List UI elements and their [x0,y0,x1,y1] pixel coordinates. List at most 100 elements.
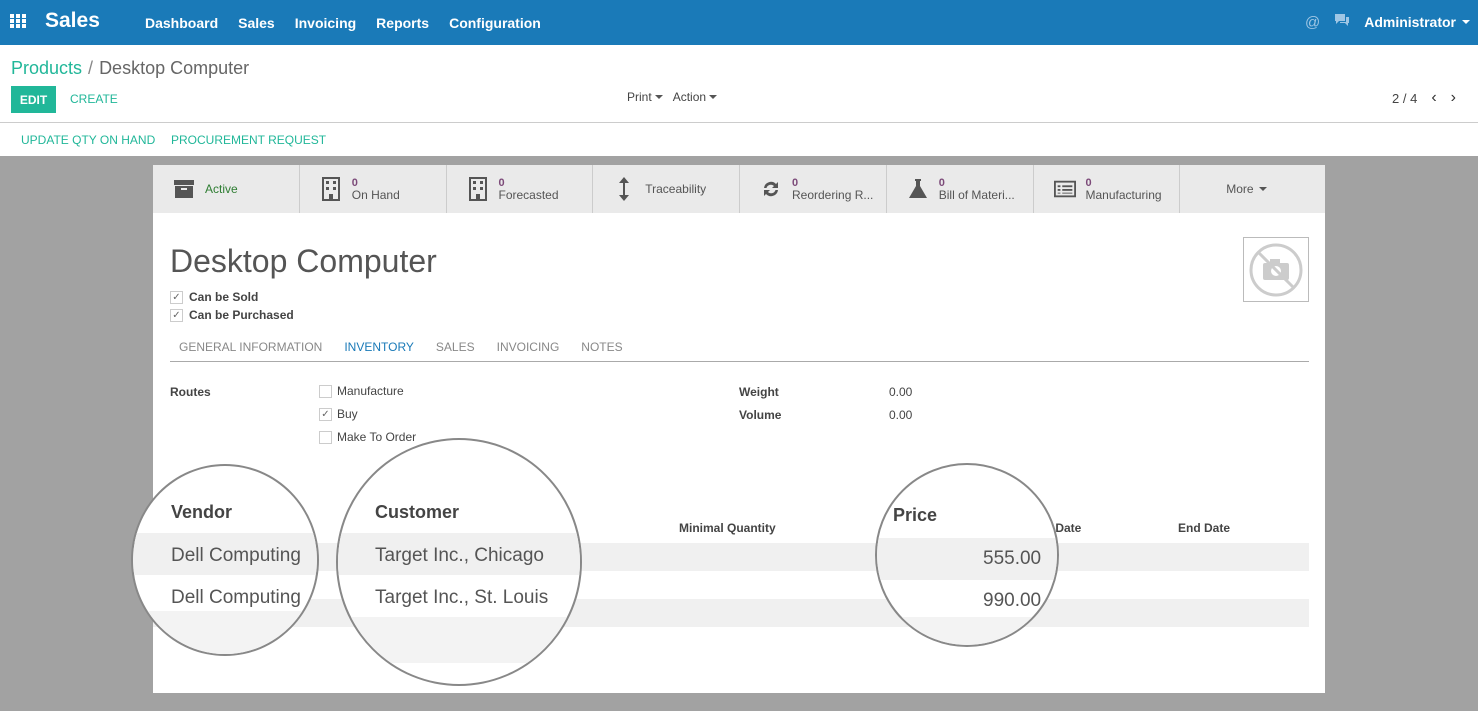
top-navbar: Sales Dashboard Sales Invoicing Reports … [0,0,1478,45]
route-manufacture[interactable]: Manufacture [319,384,404,398]
active-toggle-button[interactable]: Active [153,165,300,213]
table-row[interactable] [153,599,1309,627]
bom-count: 0 [938,176,945,189]
menu-configuration[interactable]: Configuration [449,15,541,31]
col-header-vendor[interactable]: Vendor [171,502,232,523]
breadcrumb-current: Desktop Computer [99,58,250,78]
weight-label: Weight [739,385,779,399]
menu-reports[interactable]: Reports [376,15,429,31]
weight-value[interactable]: 0.00 [889,385,912,399]
volume-value[interactable]: 0.00 [889,408,912,422]
tab-inventory[interactable]: INVENTORY [344,340,414,361]
form-sheet: Active 0 On Hand 0 Forecasted Traceability… [131,165,1325,693]
vertical-arrows-icon [613,177,635,201]
menu-sales[interactable]: Sales [238,15,275,31]
update-qty-button[interactable]: UPDATE QTY ON HAND [21,133,155,147]
reordering-rules-button[interactable]: 0 Reordering R... [740,165,887,213]
more-button[interactable]: More [1180,165,1325,213]
bill-of-materials-button[interactable]: 0 Bill of Materi... [887,165,1034,213]
forecasted-count: 0 [498,176,505,189]
vendor-cell[interactable]: Dell Computing [171,587,301,609]
flask-icon [907,177,929,201]
active-label: Active [205,182,238,196]
routes-label: Routes [170,385,211,399]
user-name: Administrator [1364,14,1456,30]
building-icon [467,177,489,201]
print-action-dropdowns: Print Action [627,90,718,104]
menu-dashboard[interactable]: Dashboard [145,15,218,31]
col-header-min-qty[interactable]: Minimal Quantity [679,521,776,535]
volume-label: Volume [739,408,782,422]
notebook-tabs: GENERAL INFORMATION INVENTORY SALES INVO… [170,340,1309,362]
route-manufacture-label: Manufacture [337,384,404,398]
pager-value: 2 / 4 [1392,90,1418,106]
tab-general-information[interactable]: GENERAL INFORMATION [179,340,322,361]
create-button[interactable]: CREATE [70,92,118,106]
traceability-label: Traceability [645,182,707,196]
col-header-end-date[interactable]: End Date [1178,521,1230,535]
forecasted-label: Forecasted [498,188,559,202]
checkbox-checked-icon[interactable]: ✓ [170,308,183,322]
caret-down-icon [709,95,718,99]
col-header-customer[interactable]: Customer [375,502,459,523]
pager: 2 / 4 ‹ › [1392,89,1456,107]
magnifier-price: Price 555.00 990.00 [875,463,1059,647]
caret-down-icon [1258,187,1267,191]
lens-row-band [133,611,317,654]
refresh-icon [760,177,782,201]
reordering-count: 0 [792,176,799,189]
chat-icon[interactable] [1334,13,1350,31]
breadcrumb: Products / Desktop Computer [11,58,249,79]
product-image-placeholder[interactable] [1243,237,1309,302]
breadcrumb-products-link[interactable]: Products [11,58,82,78]
print-dropdown[interactable]: Print [627,90,663,104]
apps-grid-icon[interactable] [10,14,27,29]
procurement-request-button[interactable]: PROCUREMENT REQUEST [171,133,326,147]
vendor-cell[interactable]: Dell Computing [171,545,301,567]
checkbox-unchecked-icon[interactable] [319,384,332,398]
price-cell[interactable]: 555.00 [983,548,1041,570]
edit-button[interactable]: EDIT [11,86,56,113]
lens-row-band [877,617,1057,645]
checkbox-checked-icon[interactable]: ✓ [319,407,332,421]
tab-invoicing[interactable]: INVOICING [497,340,560,361]
price-cell[interactable]: 990.00 [983,590,1041,612]
caret-down-icon [654,95,663,99]
action-label: Action [672,90,707,104]
can-be-purchased-row[interactable]: ✓ Can be Purchased [170,308,294,322]
on-hand-label: On Hand [351,188,400,202]
table-row[interactable] [153,543,1309,571]
status-bar: UPDATE QTY ON HAND PROCUREMENT REQUEST [0,123,1478,156]
forecasted-button[interactable]: 0 Forecasted [447,165,594,213]
can-be-sold-label: Can be Sold [189,290,259,304]
list-icon [1053,177,1076,201]
product-name[interactable]: Desktop Computer [170,243,437,280]
magnifier-vendor: Vendor Dell Computing Dell Computing [131,464,319,656]
chevron-right-icon[interactable]: › [1451,89,1456,107]
more-label: More [1226,182,1254,196]
mention-icon[interactable]: @ [1305,14,1320,31]
col-header-price[interactable]: Price [893,505,937,526]
reordering-label: Reordering R... [792,188,874,202]
user-menu[interactable]: Administrator [1364,14,1470,30]
menu-invoicing[interactable]: Invoicing [295,15,356,31]
checkbox-unchecked-icon[interactable] [319,430,332,444]
traceability-button[interactable]: Traceability [593,165,740,213]
route-buy[interactable]: ✓ Buy [319,407,358,421]
route-make-to-order[interactable]: Make To Order [319,430,416,444]
can-be-sold-row[interactable]: ✓ Can be Sold [170,290,258,304]
app-brand[interactable]: Sales [45,9,100,33]
smart-button-bar: Active 0 On Hand 0 Forecasted Traceability… [153,165,1325,213]
chevron-left-icon[interactable]: ‹ [1431,89,1436,107]
manufacturing-count: 0 [1085,176,1092,189]
tab-sales[interactable]: SALES [436,340,475,361]
manufacturing-button[interactable]: 0 Manufacturing [1034,165,1181,213]
customer-cell[interactable]: Target Inc., St. Louis [375,587,548,609]
on-hand-button[interactable]: 0 On Hand [300,165,447,213]
tab-notes[interactable]: NOTES [581,340,622,361]
customer-cell[interactable]: Target Inc., Chicago [375,545,544,567]
action-dropdown[interactable]: Action [672,90,718,104]
route-buy-label: Buy [337,407,358,421]
bom-label: Bill of Materi... [938,188,1015,202]
checkbox-checked-icon[interactable]: ✓ [170,290,183,304]
